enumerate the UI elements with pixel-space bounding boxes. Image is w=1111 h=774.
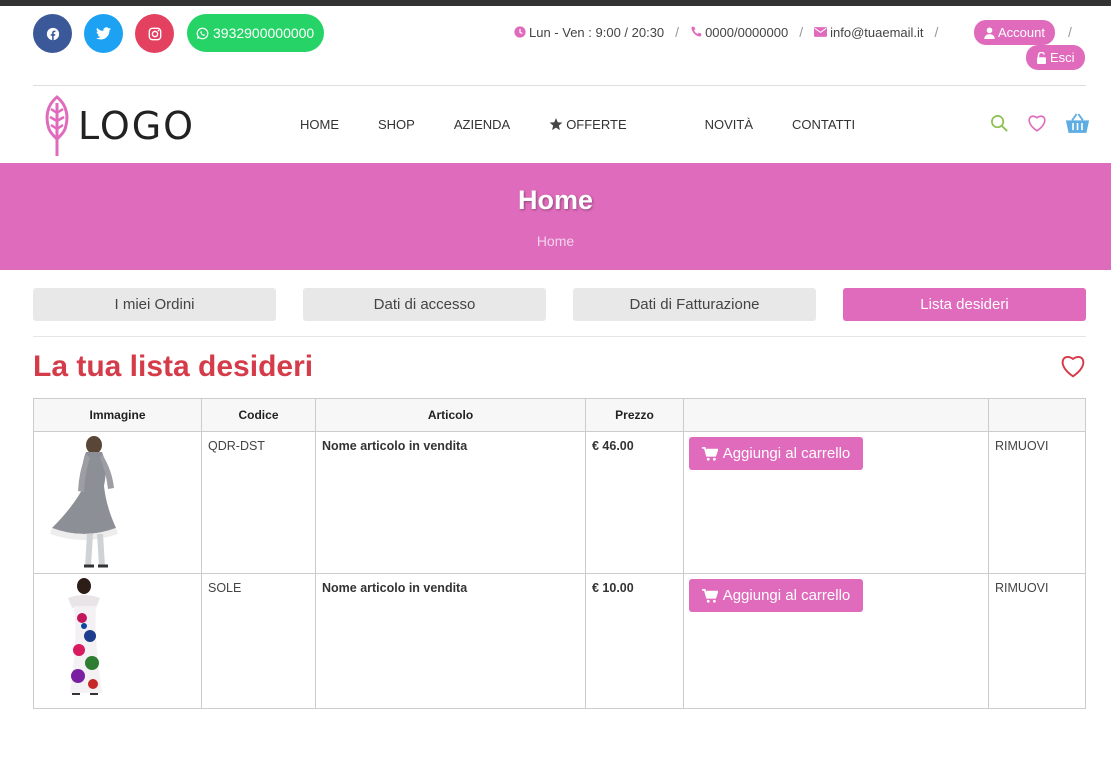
- header-actions: [990, 112, 1090, 134]
- add-to-cart-button[interactable]: Aggiungi al carrello: [689, 579, 863, 612]
- nav-offerte-label: OFFERTE: [566, 117, 627, 132]
- feather-logo-icon: [45, 95, 69, 156]
- facebook-icon: [46, 27, 59, 40]
- user-icon: [984, 27, 995, 39]
- main-navigation: HOME SHOP AZIENDA OFFERTE NOVITÀ CONTATT…: [300, 117, 894, 132]
- product-image[interactable]: [44, 436, 138, 569]
- product-price: € 46.00: [585, 431, 684, 574]
- col-code: Codice: [201, 398, 316, 432]
- page-title: La tua lista desideri: [33, 350, 314, 383]
- logout-button[interactable]: Esci: [1026, 45, 1085, 70]
- twitter-icon: [96, 27, 111, 40]
- tab-orders[interactable]: I miei Ordini: [33, 288, 276, 321]
- product-code: QDR-DST: [201, 431, 316, 574]
- product-image[interactable]: [44, 578, 138, 702]
- remove-link[interactable]: RIMUOVI: [988, 431, 1086, 574]
- divider: [33, 336, 1086, 337]
- product-code: SOLE: [201, 573, 316, 709]
- nav-home[interactable]: HOME: [300, 117, 339, 132]
- tab-wishlist[interactable]: Lista desideri: [843, 288, 1086, 321]
- facebook-button[interactable]: [33, 14, 72, 53]
- col-remove: [988, 398, 1086, 432]
- logout-label: Esci: [1050, 50, 1075, 65]
- hours-text: Lun - Ven : 9:00 / 20:30: [529, 24, 665, 40]
- instagram-button[interactable]: [135, 14, 174, 53]
- tab-billing-data[interactable]: Dati di Fatturazione: [573, 288, 816, 321]
- separator: /: [675, 24, 680, 40]
- whatsapp-number: 3932900000000: [213, 25, 315, 41]
- product-name[interactable]: Nome articolo in vendita: [315, 431, 586, 574]
- nav-contatti[interactable]: CONTATTI: [792, 117, 855, 132]
- star-icon: [549, 118, 563, 131]
- product-image-cell: [33, 431, 202, 574]
- email-link[interactable]: info@tuaemail.it: [814, 24, 924, 40]
- contact-info-bar: Lun - Ven : 9:00 / 20:30 / 0000/0000000 …: [514, 24, 949, 40]
- envelope-icon: [814, 27, 828, 37]
- basket-icon[interactable]: [1065, 112, 1090, 134]
- separator: /: [934, 24, 939, 40]
- logo-text: LOGO: [78, 104, 196, 148]
- product-name[interactable]: Nome articolo in vendita: [315, 573, 586, 709]
- breadcrumb[interactable]: Home: [0, 233, 1111, 249]
- phone-icon: [691, 26, 702, 37]
- table-row: SOLE Nome articolo in vendita € 10.00 Ag…: [33, 573, 1086, 709]
- account-tabs: I miei Ordini Dati di accesso Dati di Fa…: [33, 288, 1086, 321]
- cart-icon: [701, 446, 718, 461]
- instagram-icon: [148, 27, 161, 40]
- product-price: € 10.00: [585, 573, 684, 709]
- wishlist-table: Immagine Codice Articolo Prezzo QDR-DST …: [33, 398, 1086, 709]
- phone-text: 0000/0000000: [705, 24, 789, 40]
- nav-novita[interactable]: NOVITÀ: [705, 117, 753, 132]
- email-text: info@tuaemail.it: [830, 24, 924, 40]
- table-header-row: Immagine Codice Articolo Prezzo: [33, 398, 1086, 432]
- heart-icon[interactable]: [1027, 114, 1047, 132]
- col-price: Prezzo: [585, 398, 684, 432]
- clock-icon: [514, 26, 526, 38]
- account-label: Account: [998, 25, 1045, 40]
- banner-title: Home: [517, 185, 593, 215]
- product-actions-cell: Aggiungi al carrello: [683, 573, 989, 709]
- site-logo[interactable]: LOGO: [44, 95, 195, 157]
- col-actions: [683, 398, 989, 432]
- twitter-button[interactable]: [84, 14, 123, 53]
- cart-icon: [701, 588, 718, 603]
- opening-hours: Lun - Ven : 9:00 / 20:30: [514, 25, 664, 40]
- add-to-cart-label: Aggiungi al carrello: [722, 445, 851, 462]
- nav-azienda[interactable]: AZIENDA: [454, 117, 510, 132]
- col-image: Immagine: [33, 398, 202, 432]
- heart-outline-icon: [1061, 356, 1085, 378]
- remove-link[interactable]: RIMUOVI: [988, 573, 1086, 709]
- product-actions-cell: Aggiungi al carrello: [683, 431, 989, 574]
- nav-shop[interactable]: SHOP: [378, 117, 415, 132]
- whatsapp-button[interactable]: 3932900000000: [187, 14, 325, 52]
- product-image-cell: [33, 573, 202, 709]
- page-banner: Home Home: [0, 163, 1111, 270]
- table-row: QDR-DST Nome articolo in vendita € 46.00…: [33, 431, 1086, 574]
- account-button[interactable]: Account: [974, 20, 1055, 45]
- col-article: Articolo: [315, 398, 586, 432]
- unlock-icon: [1037, 51, 1046, 64]
- phone-link[interactable]: 0000/0000000: [690, 25, 788, 40]
- nav-offerte[interactable]: OFFERTE: [549, 117, 665, 132]
- add-to-cart-label: Aggiungi al carrello: [722, 587, 851, 604]
- separator: /: [1068, 24, 1072, 40]
- whatsapp-icon: [196, 27, 209, 39]
- tab-access-data[interactable]: Dati di accesso: [303, 288, 546, 321]
- add-to-cart-button[interactable]: Aggiungi al carrello: [689, 437, 863, 470]
- divider: [33, 85, 1086, 86]
- search-icon[interactable]: [990, 114, 1009, 133]
- social-links: 3932900000000: [33, 14, 325, 53]
- top-border: [0, 0, 1111, 6]
- separator: /: [799, 24, 804, 40]
